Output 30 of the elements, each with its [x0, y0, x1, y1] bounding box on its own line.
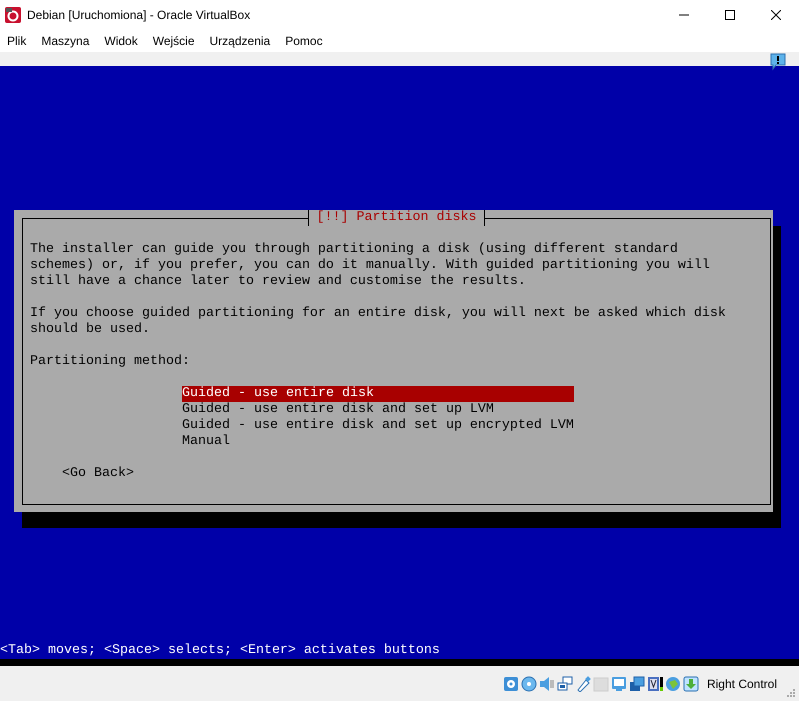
monitor-icon[interactable] — [610, 676, 627, 692]
menu-item[interactable]: Maszyna — [34, 30, 98, 52]
dialog-text: If you choose guided partitioning for an entire disk, you will next be asked which disk should be used. — [30, 306, 727, 338]
chip-icon[interactable] — [646, 676, 663, 692]
menu-item[interactable]: Widok — [97, 30, 146, 52]
option-item[interactable]: Guided - use entire disk — [182, 386, 574, 402]
download-arrow-icon[interactable] — [682, 676, 699, 692]
app-logo-icon — [5, 7, 21, 23]
option-item[interactable]: Guided - use entire disk and set up LVM — [182, 402, 574, 418]
key-hint: <Tab> moves; <Space> selects; <Enter> activates buttons — [0, 643, 441, 659]
close-icon — [771, 10, 781, 20]
option-item[interactable]: Manual — [182, 434, 574, 450]
windows-icon[interactable] — [628, 676, 645, 692]
menu-item[interactable]: Pomoc — [278, 30, 331, 52]
menu-item[interactable]: Wejście — [146, 30, 203, 52]
window-title: Debian [Uruchomiona] - Oracle VirtualBox — [27, 8, 252, 22]
network-icon[interactable] — [556, 676, 573, 692]
host-key-label: Right Control — [706, 676, 777, 690]
option-item[interactable]: Guided - use entire disk and set up encrypted LVM — [182, 418, 574, 434]
prompt-label: Partitioning method: — [30, 354, 191, 370]
dialog-title: [!!] Partition disks — [308, 210, 486, 226]
menu-item[interactable]: Urządzenia — [202, 30, 278, 52]
menu-item[interactable]: Plik — [0, 30, 34, 52]
dialog-text: The installer can guide you through partitioning a disk (using different standard schemes) or, if you prefer, you can do it manually. With guided partitioning you will still have a chance later to review and customise the results. — [30, 242, 711, 290]
go-back-button[interactable]: <Go Back> — [62, 466, 134, 482]
usb-icon[interactable] — [574, 676, 591, 692]
resize-grip-icon[interactable] — [785, 687, 795, 697]
disc-icon[interactable] — [520, 676, 537, 692]
maximize-icon — [725, 10, 735, 20]
notification-icon[interactable] — [769, 52, 787, 72]
